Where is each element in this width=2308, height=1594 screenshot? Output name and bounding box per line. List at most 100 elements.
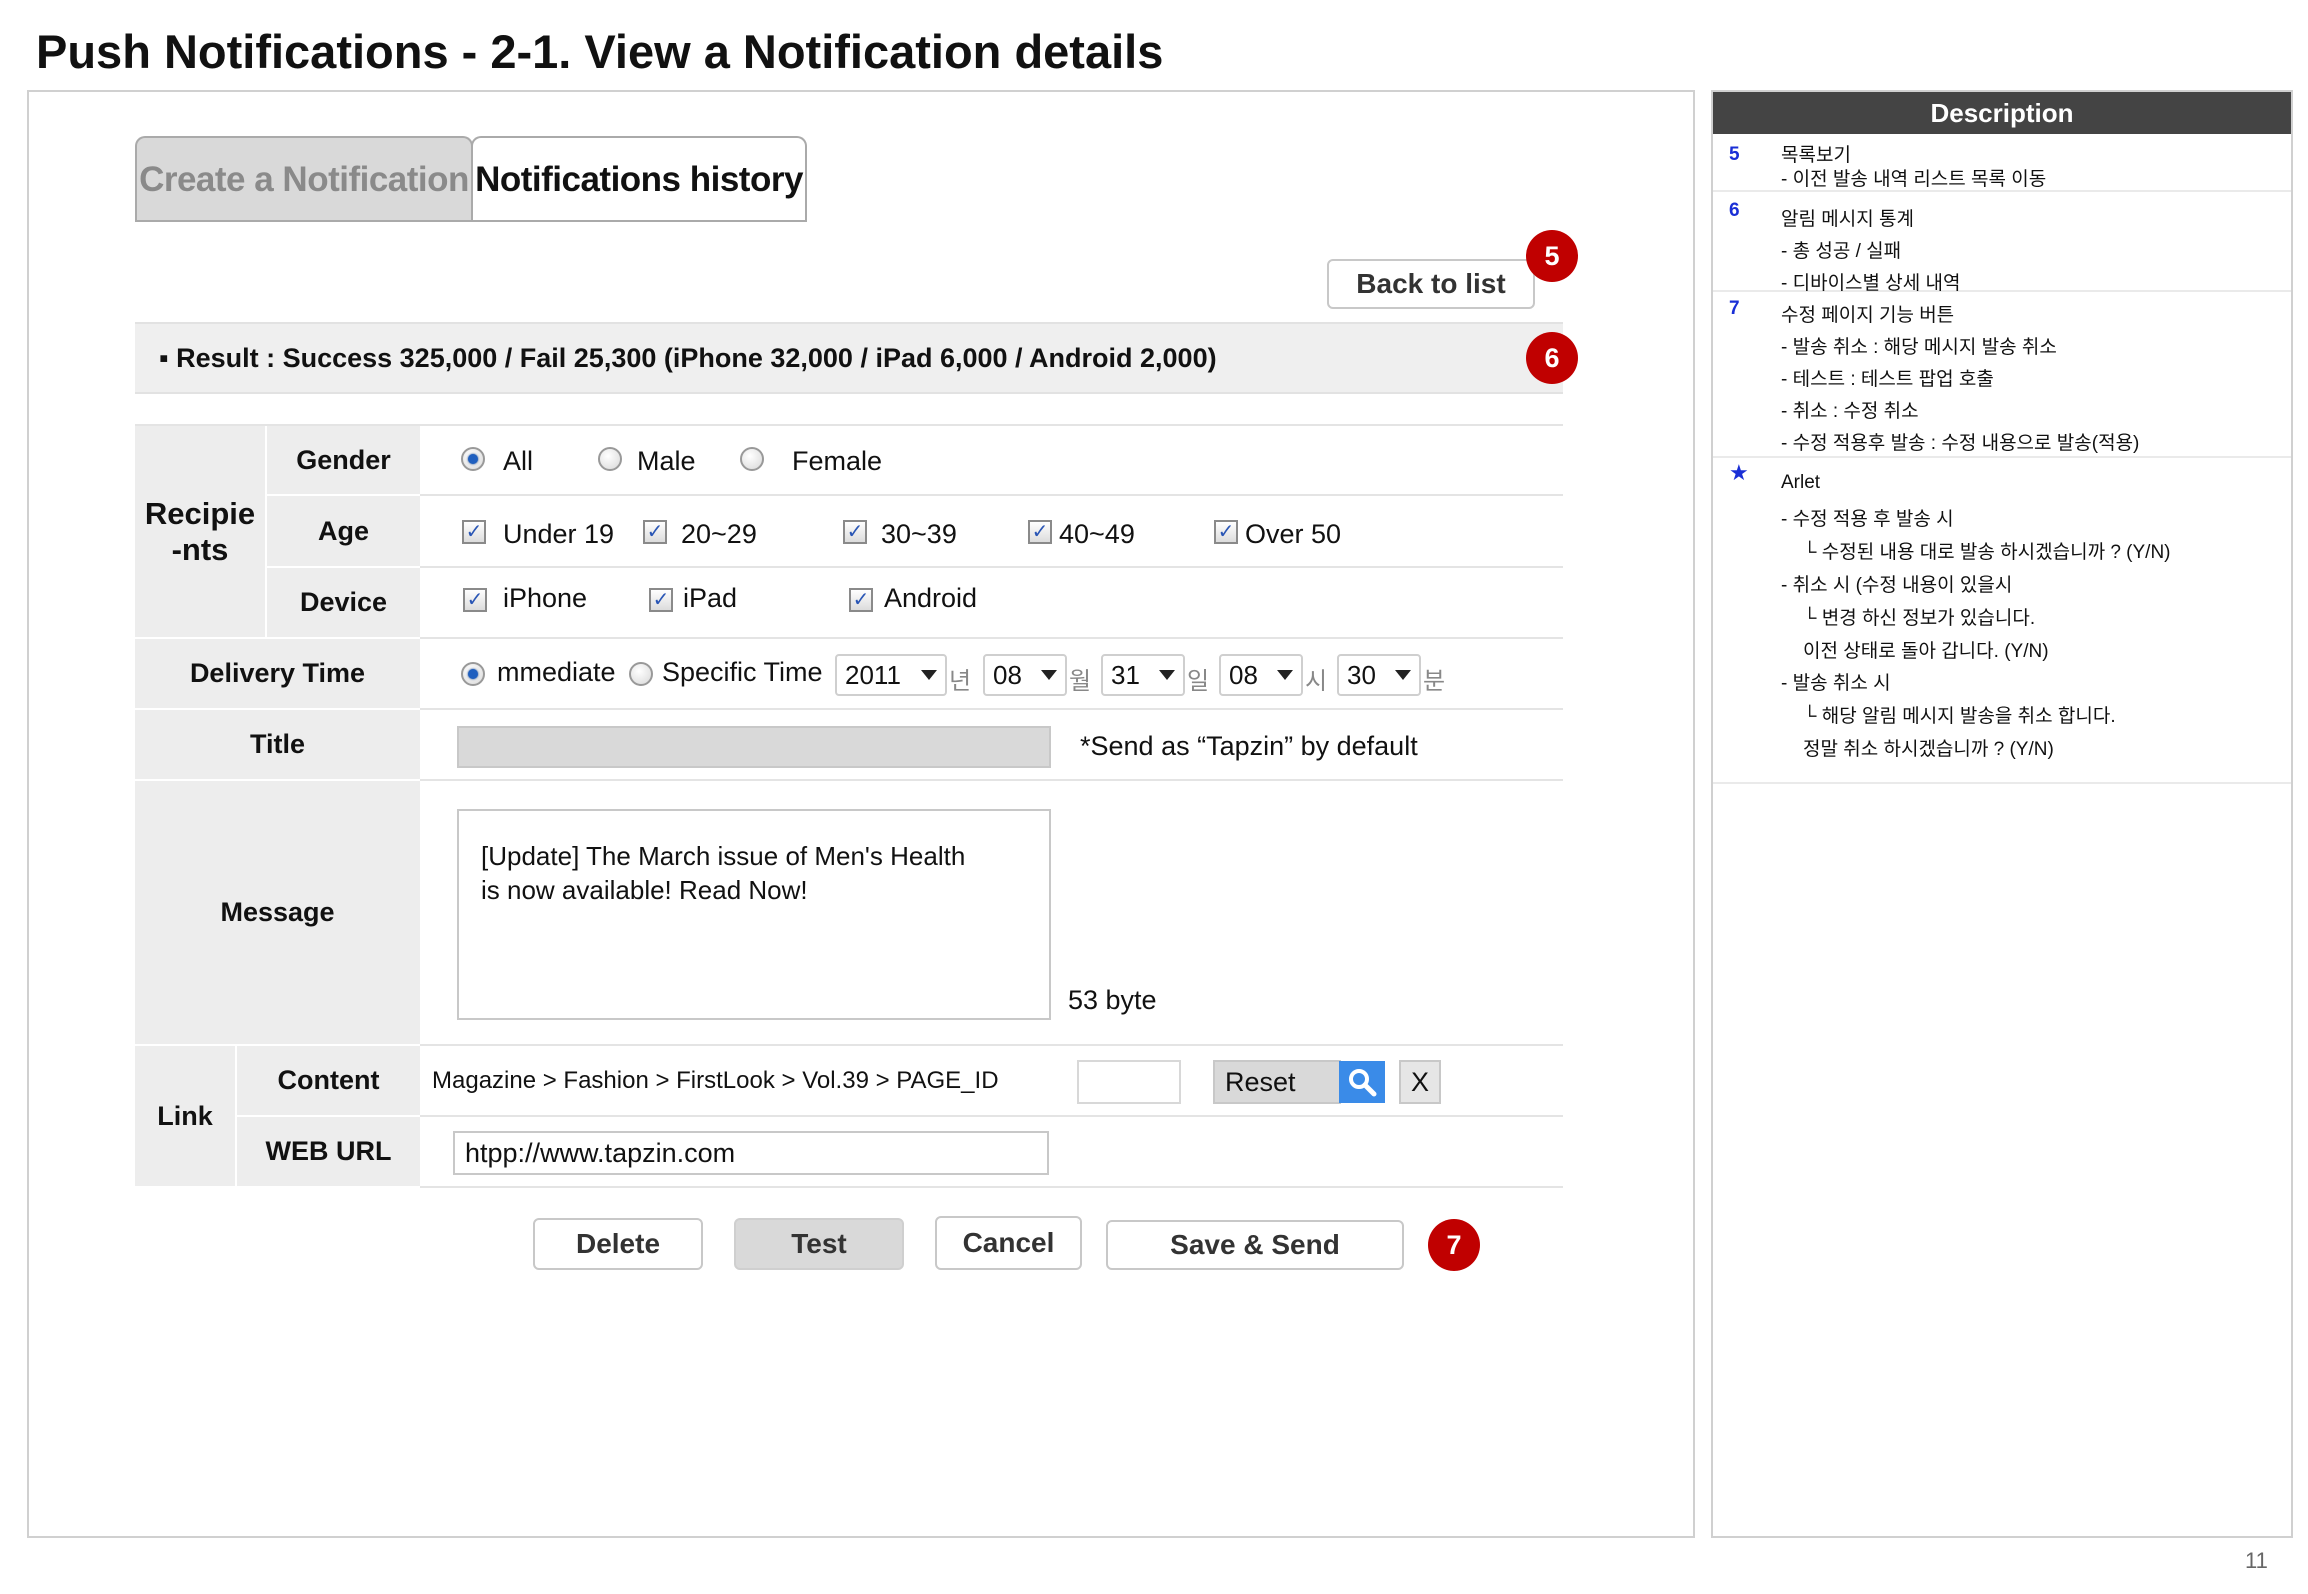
link-label: Link bbox=[135, 1046, 235, 1186]
minute-select[interactable]: 30 bbox=[1337, 654, 1421, 696]
title-default-note: *Send as “Tapzin” by default bbox=[1080, 731, 1418, 761]
description-line: - 테스트 : 테스트 팝업 호출 bbox=[1781, 369, 1994, 390]
chevron-down-icon bbox=[1395, 670, 1411, 680]
description-line: 정말 취소 하시겠습니까 ? (Y/N) bbox=[1803, 739, 2054, 760]
annotation-badge-6: 6 bbox=[1526, 332, 1578, 384]
star-icon: ★ bbox=[1729, 460, 1749, 485]
age-label: Age bbox=[267, 496, 420, 566]
title-input[interactable] bbox=[457, 726, 1051, 768]
cancel-button[interactable]: Cancel bbox=[935, 1216, 1082, 1270]
reset-button[interactable]: Reset bbox=[1213, 1060, 1341, 1104]
row-divider bbox=[420, 566, 1563, 568]
description-line: - 취소 시 (수정 내용이 있을시 bbox=[1781, 575, 2013, 596]
delivery-immediate-radio[interactable] bbox=[461, 662, 485, 686]
age-under19-label: Under 19 bbox=[503, 519, 615, 549]
delivery-specific-radio[interactable] bbox=[629, 662, 653, 686]
content-path: Magazine > Fashion > FirstLook > Vol.39 … bbox=[432, 1067, 999, 1094]
delivery-immediate-label: mmediate bbox=[497, 657, 616, 687]
device-label: Device bbox=[267, 568, 420, 637]
row-divider bbox=[420, 779, 1563, 781]
row-divider bbox=[420, 708, 1563, 710]
hour-unit: 시 bbox=[1305, 668, 1328, 695]
device-iphone-label: iPhone bbox=[503, 583, 588, 613]
annotation-badge-7: 7 bbox=[1428, 1219, 1480, 1271]
gender-female-label: Female bbox=[792, 446, 883, 476]
gender-male-label: Male bbox=[637, 446, 696, 476]
minute-value: 30 bbox=[1347, 659, 1376, 690]
row-divider bbox=[420, 1186, 1563, 1188]
delivery-time-label: Delivery Time bbox=[135, 639, 420, 708]
description-line: └ 수정된 내용 대로 발송 하시겠습니까 ? (Y/N) bbox=[1803, 542, 2171, 563]
description-number: 7 bbox=[1729, 298, 1740, 319]
description-line: └ 변경 하신 정보가 있습니다. bbox=[1803, 608, 2036, 629]
gender-all-radio[interactable] bbox=[461, 447, 485, 471]
minute-unit: 분 bbox=[1423, 668, 1446, 695]
description-line: └ 해당 알림 메시지 발송을 취소 합니다. bbox=[1803, 706, 2116, 727]
device-android-checkbox[interactable]: ✓ bbox=[849, 588, 873, 612]
age-over50-checkbox[interactable]: ✓ bbox=[1214, 520, 1238, 544]
month-select[interactable]: 08 bbox=[983, 654, 1067, 696]
chevron-down-icon bbox=[1159, 670, 1175, 680]
description-number: 6 bbox=[1729, 200, 1740, 221]
web-url-label: WEB URL bbox=[237, 1117, 420, 1186]
gender-female-radio[interactable] bbox=[740, 447, 764, 471]
clear-link-button[interactable]: X bbox=[1399, 1060, 1441, 1104]
year-select[interactable]: 2011 bbox=[835, 654, 947, 696]
description-line: - 취소 : 수정 취소 bbox=[1781, 401, 1919, 422]
page-title: Push Notifications - 2-1. View a Notific… bbox=[36, 25, 1164, 78]
test-button[interactable]: Test bbox=[734, 1218, 904, 1270]
year-value: 2011 bbox=[845, 659, 901, 690]
search-icon bbox=[1349, 1069, 1377, 1097]
device-iphone-checkbox[interactable]: ✓ bbox=[463, 588, 487, 612]
month-unit: 월 bbox=[1069, 668, 1092, 695]
age-under19-checkbox[interactable]: ✓ bbox=[462, 520, 486, 544]
age-30-39-checkbox[interactable]: ✓ bbox=[843, 520, 867, 544]
row-divider bbox=[420, 1115, 1563, 1117]
description-line: Arlet bbox=[1781, 472, 1821, 493]
row-divider bbox=[420, 637, 1563, 639]
message-textarea[interactable]: [Update] The March issue of Men's Health… bbox=[457, 809, 1051, 1020]
description-line: - 발송 취소 시 bbox=[1781, 673, 1891, 694]
description-line: - 발송 취소 : 해당 메시지 발송 취소 bbox=[1781, 337, 2057, 358]
hour-select[interactable]: 08 bbox=[1219, 654, 1303, 696]
hour-value: 08 bbox=[1229, 659, 1258, 690]
description-item-5: 5 목록보기 - 이전 발송 내역 리스트 목록 이동 bbox=[1713, 134, 2291, 192]
month-value: 08 bbox=[993, 659, 1022, 690]
gender-all-label: All bbox=[503, 446, 534, 476]
year-unit: 년 bbox=[949, 668, 972, 695]
device-ipad-checkbox[interactable]: ✓ bbox=[649, 588, 673, 612]
page-id-input[interactable] bbox=[1077, 1060, 1181, 1104]
age-40-49-checkbox[interactable]: ✓ bbox=[1028, 520, 1052, 544]
age-20-29-checkbox[interactable]: ✓ bbox=[643, 520, 667, 544]
age-30-39-label: 30~39 bbox=[881, 519, 957, 549]
tab-divider bbox=[135, 220, 807, 222]
gender-male-radio[interactable] bbox=[598, 447, 622, 471]
chevron-down-icon bbox=[1277, 670, 1293, 680]
content-label: Content bbox=[237, 1046, 420, 1115]
description-item-6: 6 알림 메시지 통계 - 총 성공 / 실패 - 디바이스별 상세 내역 bbox=[1713, 192, 2291, 294]
back-to-list-button[interactable]: Back to list bbox=[1327, 259, 1535, 309]
web-url-input[interactable]: htpp://www.tapzin.com bbox=[453, 1131, 1049, 1175]
delete-button[interactable]: Delete bbox=[533, 1218, 703, 1270]
row-divider bbox=[420, 494, 1563, 496]
age-40-49-label: 40~49 bbox=[1059, 519, 1135, 549]
save-and-send-button[interactable]: Save & Send bbox=[1106, 1220, 1404, 1270]
description-line: 이전 상태로 돌아 갑니다. (Y/N) bbox=[1803, 641, 2049, 662]
description-item-alert: ★ Arlet - 수정 적용 후 발송 시 └ 수정된 내용 대로 발송 하시… bbox=[1713, 458, 2291, 784]
description-line: - 디바이스별 상세 내역 bbox=[1781, 273, 1961, 294]
annotation-badge-5: 5 bbox=[1526, 230, 1578, 282]
description-line: - 이전 발송 내역 리스트 목록 이동 bbox=[1781, 169, 2047, 190]
description-header: Description bbox=[1713, 92, 2291, 134]
notification-form: Recipie -nts Gender Age Device Delivery … bbox=[135, 424, 1563, 1188]
description-line: - 수정 적용 후 발송 시 bbox=[1781, 509, 1954, 530]
day-unit: 일 bbox=[1187, 668, 1210, 695]
description-line: 알림 메시지 통계 bbox=[1781, 209, 1914, 230]
search-button[interactable] bbox=[1339, 1061, 1385, 1103]
description-line: 목록보기 bbox=[1781, 145, 1851, 166]
tab-create-notification[interactable]: Create a Notification bbox=[135, 136, 473, 222]
day-select[interactable]: 31 bbox=[1101, 654, 1185, 696]
device-android-label: Android bbox=[884, 583, 978, 613]
tab-notifications-history[interactable]: Notifications history bbox=[471, 136, 807, 222]
chevron-down-icon bbox=[921, 670, 937, 680]
description-line: - 총 성공 / 실패 bbox=[1781, 241, 1902, 262]
